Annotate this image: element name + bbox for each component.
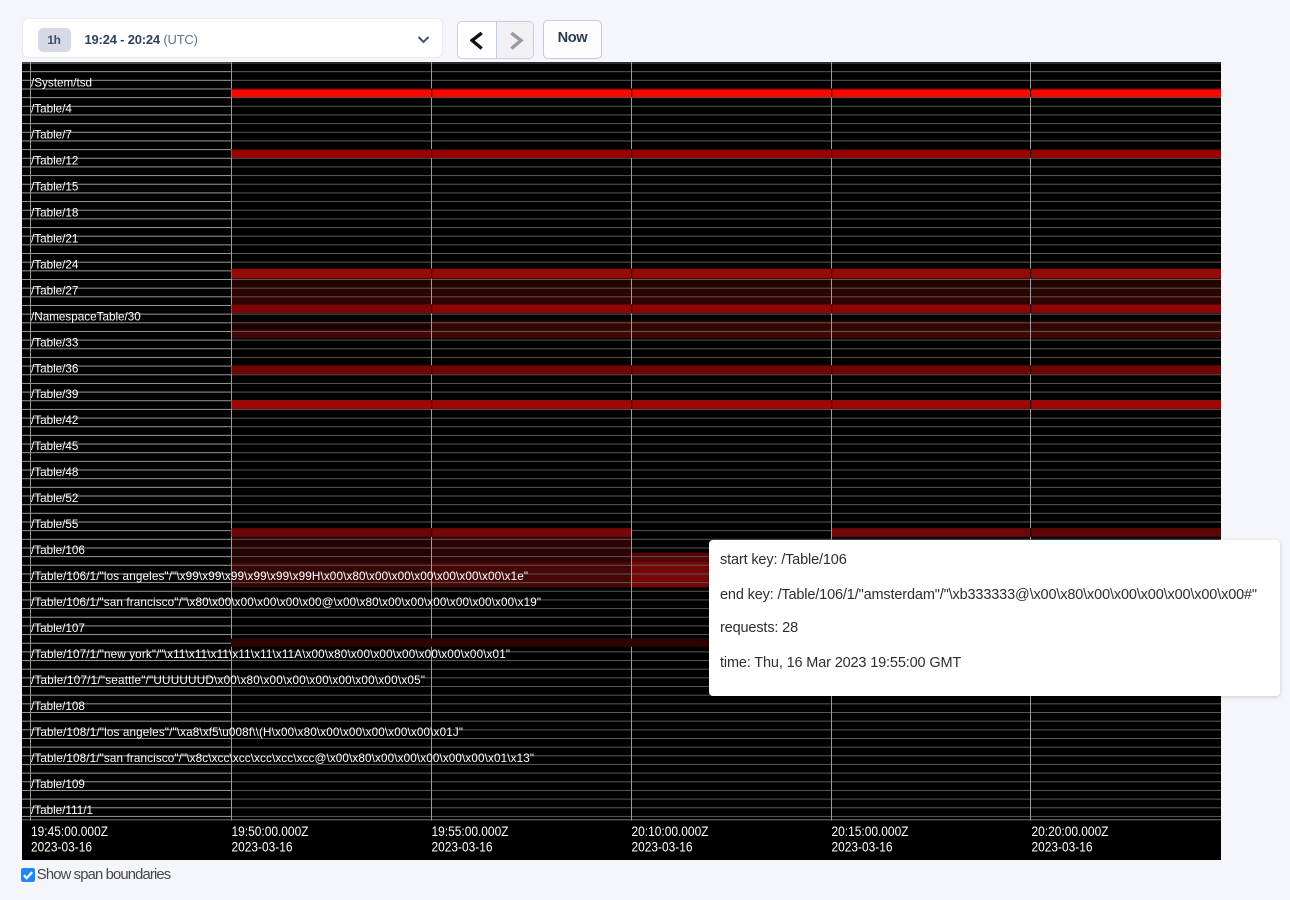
svg-text:/Table/106/1/"los angeles"/"\x: /Table/106/1/"los angeles"/"\x99\x99\x99… <box>31 570 528 583</box>
svg-text:/Table/109: /Table/109 <box>31 778 85 791</box>
svg-text:/Table/107/1/"seattle"/"UUUUUU: /Table/107/1/"seattle"/"UUUUUUD\x00\x80\… <box>31 674 425 687</box>
svg-text:/Table/36: /Table/36 <box>31 362 78 375</box>
svg-text:2023-03-16: 2023-03-16 <box>1032 839 1093 854</box>
svg-text:/Table/21: /Table/21 <box>31 232 78 245</box>
svg-text:/Table/48: /Table/48 <box>31 466 78 479</box>
svg-text:/Table/18: /Table/18 <box>31 206 78 219</box>
svg-text:/Table/42: /Table/42 <box>31 414 78 427</box>
svg-text:/Table/108/1/"san francisco"/": /Table/108/1/"san francisco"/"\x8c\xcc\x… <box>31 752 534 765</box>
svg-text:/NamespaceTable/30: /NamespaceTable/30 <box>31 310 141 323</box>
svg-text:/Table/106/1/"san francisco"/": /Table/106/1/"san francisco"/"\x80\x00\x… <box>31 596 541 609</box>
svg-text:/Table/15: /Table/15 <box>31 180 79 193</box>
svg-text:/Table/7: /Table/7 <box>31 128 72 141</box>
svg-text:2023-03-16: 2023-03-16 <box>832 839 893 854</box>
svg-text:/Table/27: /Table/27 <box>31 284 78 297</box>
svg-text:19:50:00.000Z: 19:50:00.000Z <box>232 824 309 839</box>
svg-text:/Table/12: /Table/12 <box>31 154 78 167</box>
svg-text:2023-03-16: 2023-03-16 <box>31 839 92 854</box>
svg-text:19:45:00.000Z: 19:45:00.000Z <box>31 824 108 839</box>
svg-text:/Table/111/1: /Table/111/1 <box>31 804 93 817</box>
svg-text:/Table/52: /Table/52 <box>31 492 78 505</box>
svg-text:/Table/108: /Table/108 <box>31 700 85 713</box>
svg-text:20:10:00.000Z: 20:10:00.000Z <box>632 824 709 839</box>
svg-text:/Table/33: /Table/33 <box>31 336 78 349</box>
svg-text:2023-03-16: 2023-03-16 <box>632 839 693 854</box>
svg-text:/Table/106: /Table/106 <box>31 544 85 557</box>
svg-text:2023-03-16: 2023-03-16 <box>432 839 493 854</box>
svg-text:/Table/4: /Table/4 <box>31 103 72 116</box>
svg-text:/Table/55: /Table/55 <box>31 518 79 531</box>
svg-text:20:20:00.000Z: 20:20:00.000Z <box>1032 824 1109 839</box>
svg-text:/Table/24: /Table/24 <box>31 258 79 271</box>
svg-text:2023-03-16: 2023-03-16 <box>232 839 293 854</box>
svg-text:20:15:00.000Z: 20:15:00.000Z <box>832 824 909 839</box>
svg-text:/Table/108/1/"los angeles"/"\x: /Table/108/1/"los angeles"/"\xa8\xf5\u00… <box>31 726 463 739</box>
svg-text:/System/tsd: /System/tsd <box>31 77 92 90</box>
svg-text:/Table/107/1/"new york"/"\x11\: /Table/107/1/"new york"/"\x11\x11\x11\x1… <box>31 648 510 661</box>
svg-text:19:55:00.000Z: 19:55:00.000Z <box>432 824 509 839</box>
svg-text:/Table/39: /Table/39 <box>31 388 78 401</box>
svg-text:/Table/45: /Table/45 <box>31 440 79 453</box>
svg-text:/Table/107: /Table/107 <box>31 622 85 635</box>
